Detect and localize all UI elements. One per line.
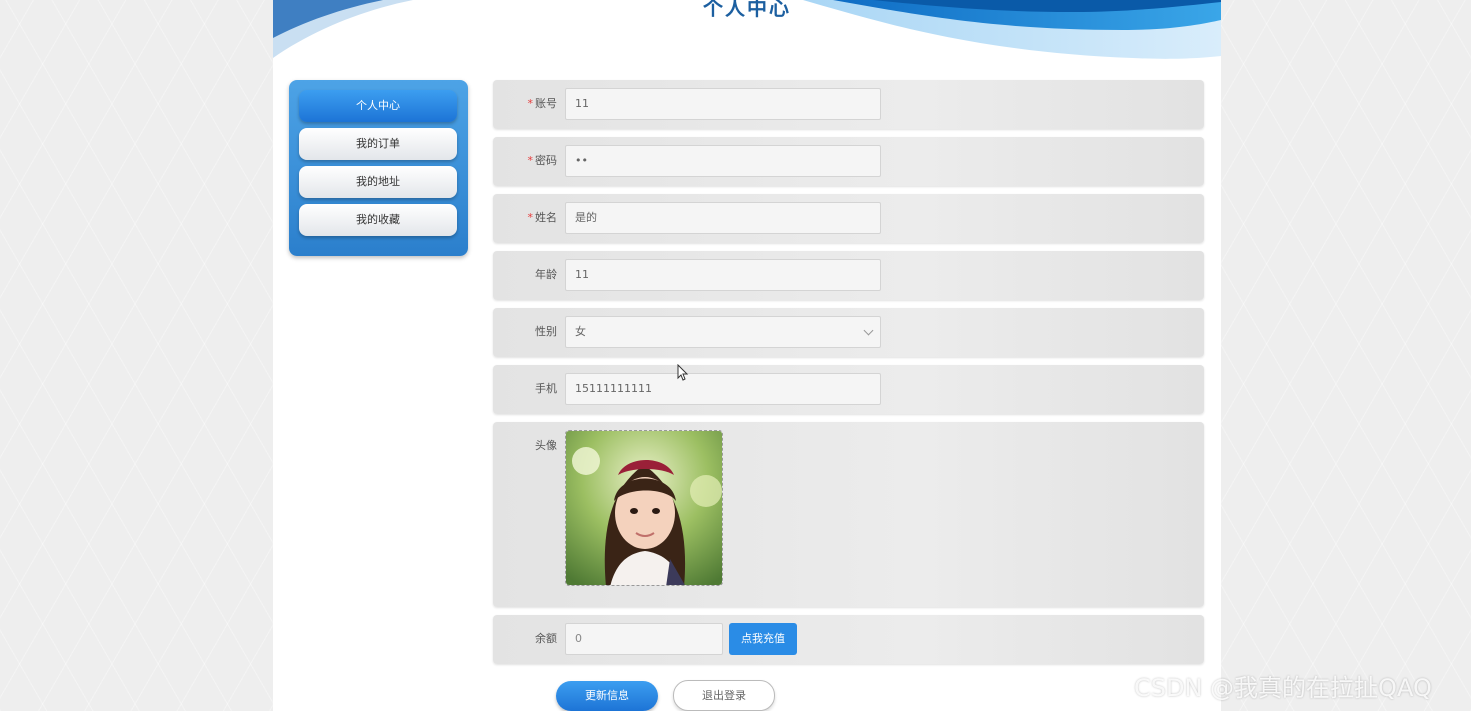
form-row-name: * 姓名 是的	[493, 194, 1204, 243]
age-input[interactable]: 11	[565, 259, 881, 291]
password-label: * 密码	[493, 137, 558, 185]
phone-input[interactable]: 15111111111	[565, 373, 881, 405]
avatar-label: 头像	[535, 439, 557, 452]
form-row-age: 年龄 11	[493, 251, 1204, 300]
age-label: 年龄	[535, 268, 557, 281]
account-input[interactable]: 11	[565, 88, 881, 120]
logout-button[interactable]: 退出登录	[673, 680, 775, 711]
required-mark: *	[527, 154, 534, 167]
sidebar-item-profile[interactable]: 个人中心	[299, 90, 457, 122]
sidebar-menu: 个人中心 我的订单 我的地址 我的收藏	[289, 80, 468, 256]
required-mark: *	[527, 97, 534, 110]
gender-select-value: 女	[575, 325, 586, 338]
page-container: 个人中心 个人中心 我的订单 我的地址 我的收藏 * 账号 11 * 密码 •• *…	[273, 0, 1221, 711]
account-label: * 账号	[493, 80, 558, 128]
sidebar-item-orders[interactable]: 我的订单	[299, 128, 457, 160]
mouse-cursor-icon	[677, 364, 689, 381]
avatar-upload[interactable]	[565, 430, 723, 586]
form-row-balance: 余额 0 点我充值	[493, 615, 1204, 664]
form-row-password: * 密码 ••	[493, 137, 1204, 186]
chevron-down-icon	[863, 325, 874, 336]
required-mark: *	[527, 211, 534, 224]
form-row-gender: 性别 女	[493, 308, 1204, 357]
phone-label: 手机	[535, 382, 557, 395]
form-row-avatar: 头像	[493, 422, 1204, 607]
avatar-photo-icon	[566, 431, 722, 585]
account-label-text: 账号	[535, 97, 557, 110]
gender-label: 性别	[535, 325, 557, 338]
form-row-account: * 账号 11	[493, 80, 1204, 129]
balance-label: 余额	[535, 632, 557, 645]
sidebar-item-favorites[interactable]: 我的收藏	[299, 204, 457, 236]
name-input[interactable]: 是的	[565, 202, 881, 234]
password-label-text: 密码	[535, 154, 557, 167]
recharge-button[interactable]: 点我充值	[729, 623, 797, 655]
balance-input[interactable]: 0	[565, 623, 723, 655]
name-label-text: 姓名	[535, 211, 557, 224]
sidebar-item-address[interactable]: 我的地址	[299, 166, 457, 198]
name-label: * 姓名	[493, 194, 558, 242]
page-title: 个人中心	[703, 0, 791, 20]
password-input[interactable]: ••	[565, 145, 881, 177]
gender-select[interactable]: 女	[565, 316, 881, 348]
watermark-text: CSDN @我真的在拉扯QAQ	[1134, 674, 1432, 702]
form-row-phone: 手机 15111111111	[493, 365, 1204, 414]
update-info-button[interactable]: 更新信息	[556, 681, 658, 711]
